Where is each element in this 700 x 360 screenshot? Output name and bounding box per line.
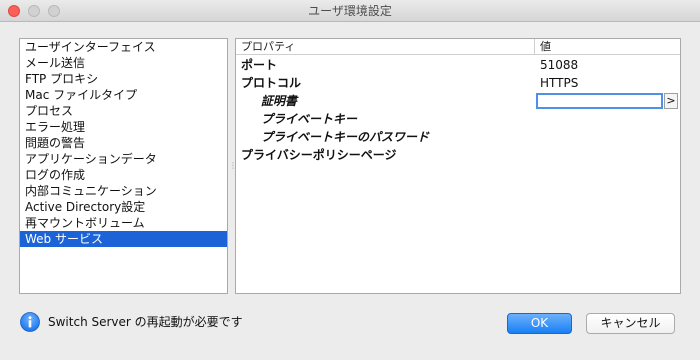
property-panel: プロパティ 値 ポート 51088 プロトコル HTTPS 証明書 > プライベ… [235, 38, 681, 294]
column-divider[interactable] [534, 39, 535, 55]
category-item-mac-file-type[interactable]: Mac ファイルタイプ [20, 87, 227, 103]
cancel-button[interactable]: キャンセル [586, 313, 675, 334]
property-name: プロトコル [241, 76, 302, 90]
category-item-mail[interactable]: メール送信 [20, 55, 227, 71]
restart-required-message: Switch Server の再起動が必要です [48, 315, 243, 329]
property-value[interactable]: 51088 [540, 56, 578, 74]
property-row-privacy-policy-page[interactable]: プライバシーポリシーページ [236, 146, 680, 164]
column-header-property[interactable]: プロパティ [241, 39, 295, 54]
property-name: プライバシーポリシーページ [241, 148, 397, 162]
title-bar: ユーザ環境設定 [0, 0, 700, 22]
property-value[interactable]: HTTPS [540, 74, 578, 92]
category-item-error-handling[interactable]: エラー処理 [20, 119, 227, 135]
category-item-internal-communication[interactable]: 内部コミュニケーション [20, 183, 227, 199]
certificate-input[interactable] [536, 93, 663, 109]
category-item-process[interactable]: プロセス [20, 103, 227, 119]
property-row-certificate[interactable]: 証明書 > [236, 92, 680, 110]
category-item-problem-alert[interactable]: 問題の警告 [20, 135, 227, 151]
column-header-value[interactable]: 値 [540, 39, 551, 54]
property-row-private-key-password[interactable]: プライベートキーのパスワード [236, 128, 680, 146]
category-item-web-services[interactable]: Web サービス [20, 231, 227, 247]
property-name: 証明書 [261, 94, 298, 108]
property-table-header: プロパティ 値 [236, 39, 680, 55]
category-item-logging[interactable]: ログの作成 [20, 167, 227, 183]
category-item-ftp-proxy[interactable]: FTP プロキシ [20, 71, 227, 87]
property-row-port[interactable]: ポート 51088 [236, 56, 680, 74]
category-item-active-directory[interactable]: Active Directory設定 [20, 199, 227, 215]
window-title: ユーザ環境設定 [308, 4, 392, 18]
category-item-user-interface[interactable]: ユーザインターフェイス [20, 39, 227, 55]
property-row-protocol[interactable]: プロトコル HTTPS [236, 74, 680, 92]
category-item-application-data[interactable]: アプリケーションデータ [20, 151, 227, 167]
category-list[interactable]: ユーザインターフェイス メール送信 FTP プロキシ Mac ファイルタイプ プ… [19, 38, 228, 294]
certificate-browse-button[interactable]: > [664, 93, 678, 109]
ok-button[interactable]: OK [507, 313, 572, 334]
info-icon [20, 312, 40, 332]
property-row-private-key[interactable]: プライベートキー [236, 110, 680, 128]
category-item-remount-volumes[interactable]: 再マウントボリューム [20, 215, 227, 231]
property-name: プライベートキー [261, 112, 358, 126]
property-name: プライベートキーのパスワード [261, 130, 430, 144]
property-name: ポート [241, 58, 278, 72]
